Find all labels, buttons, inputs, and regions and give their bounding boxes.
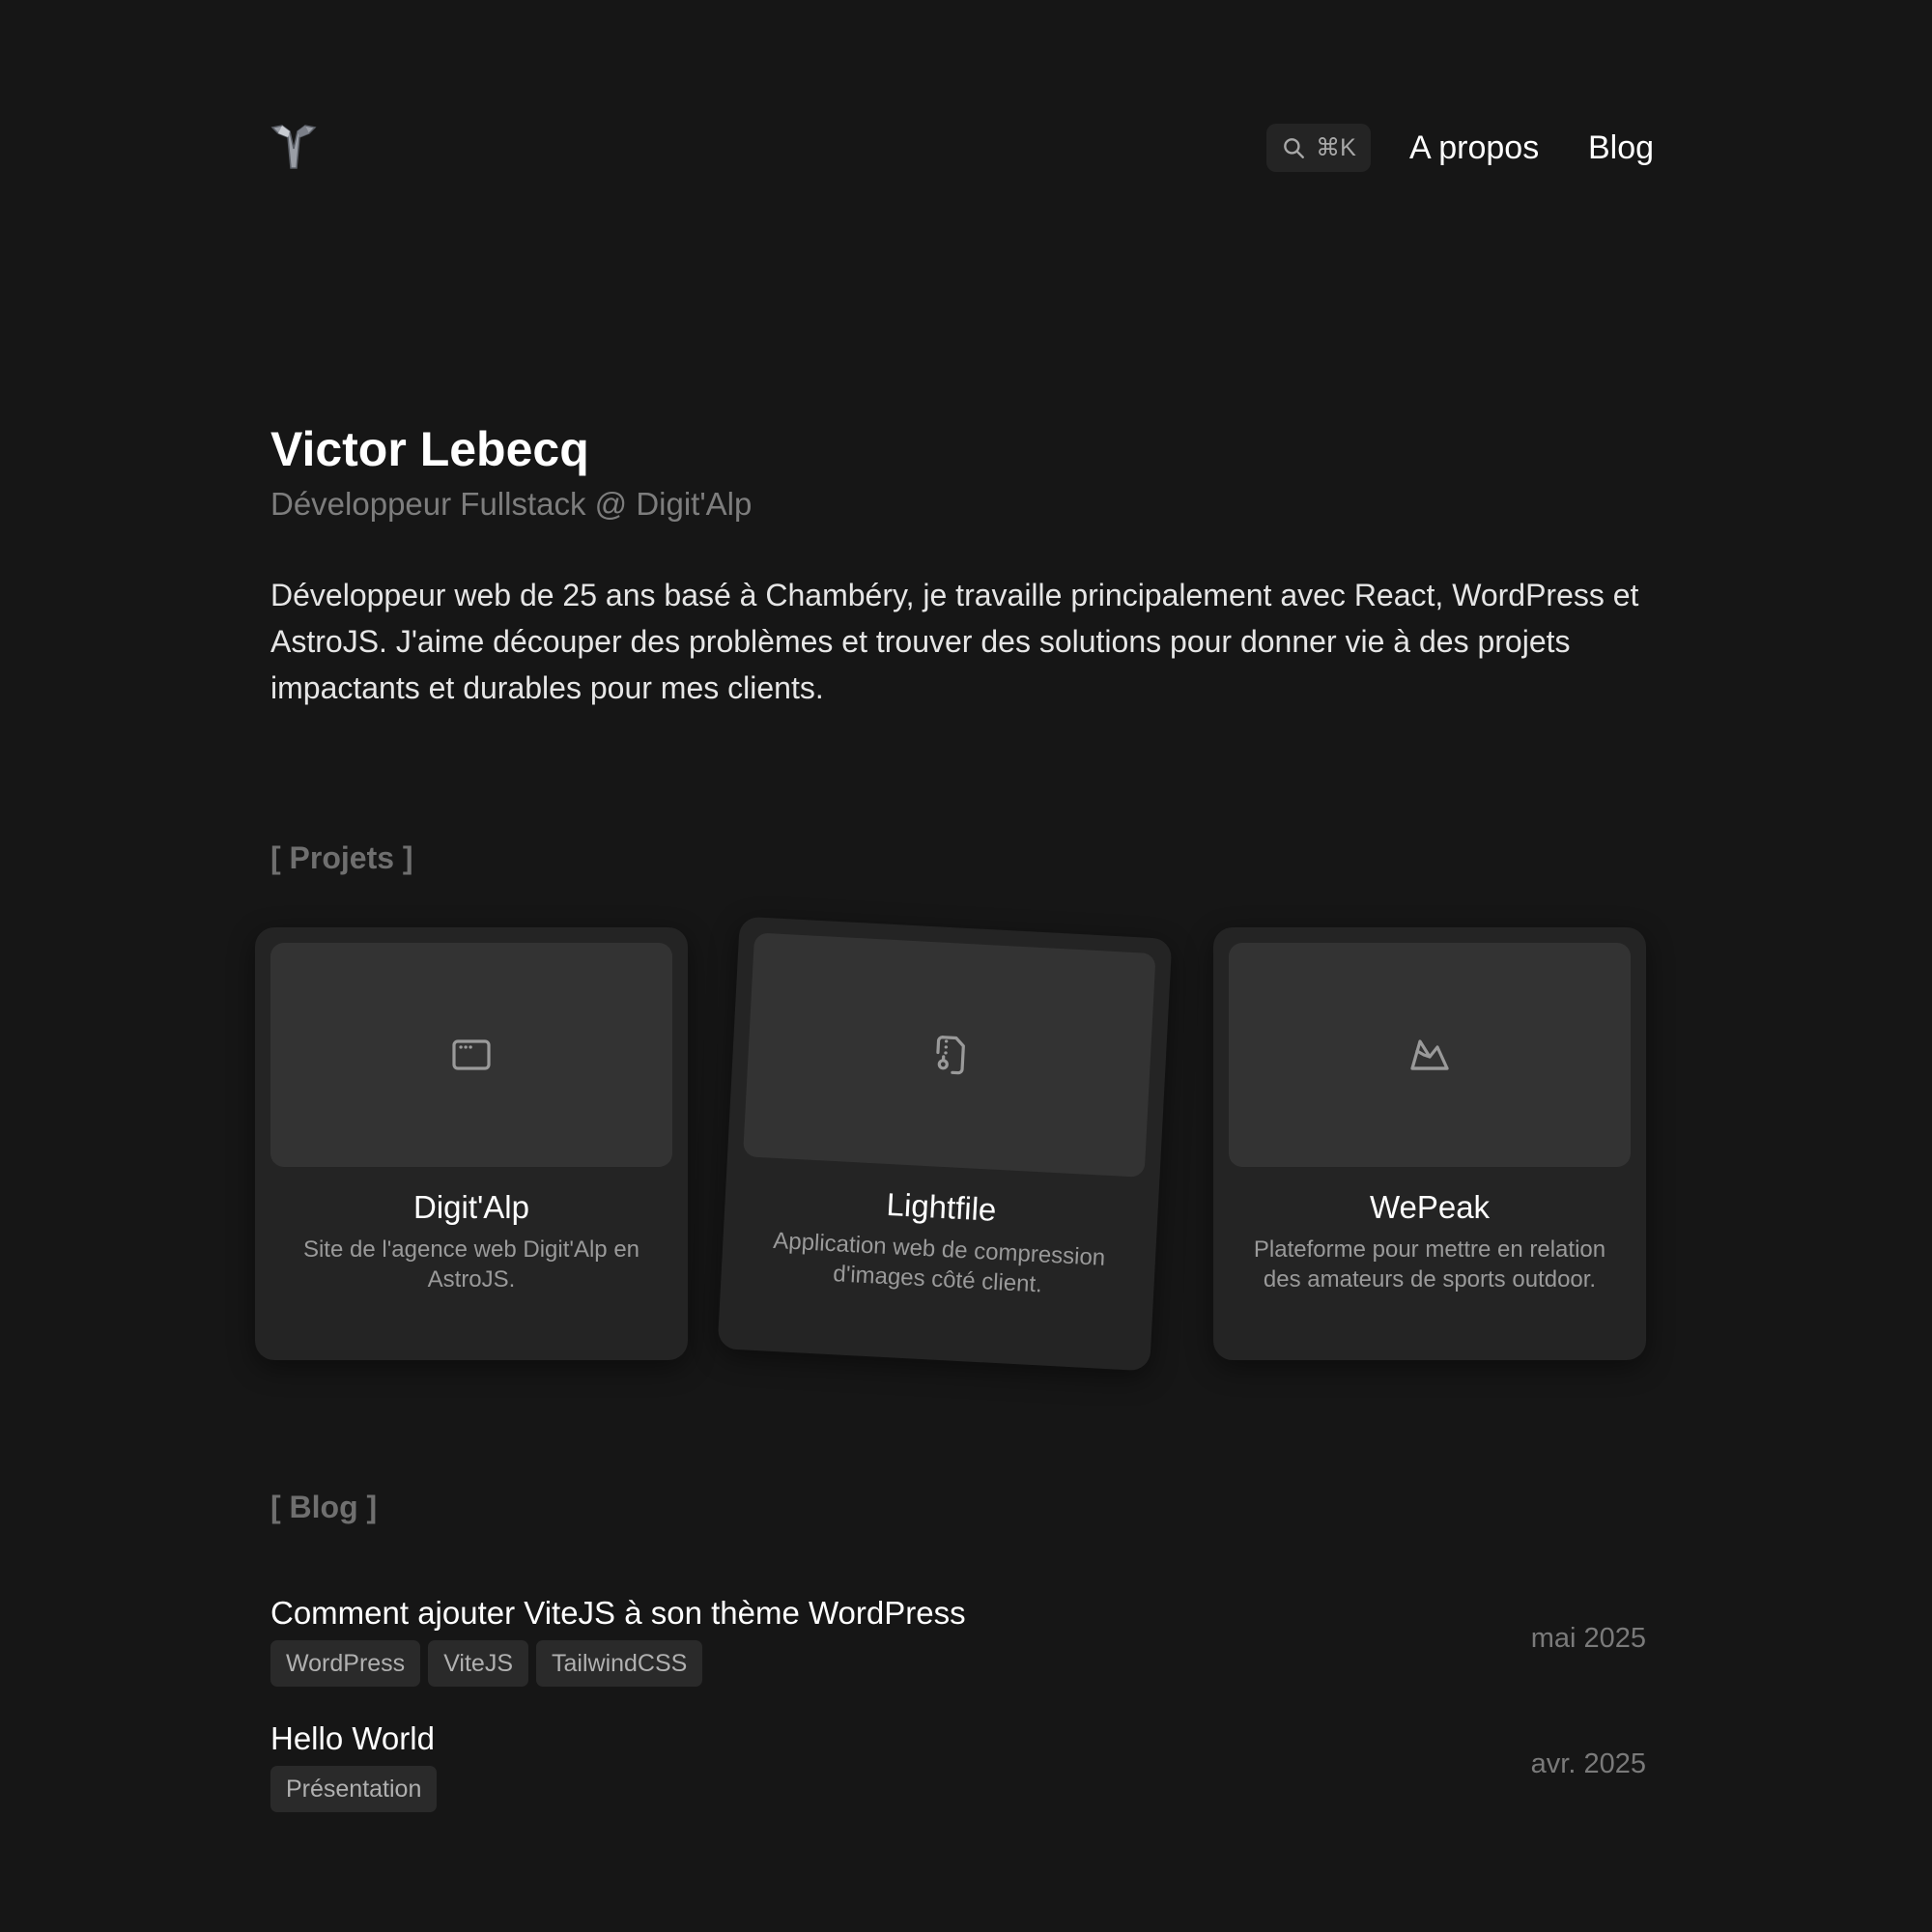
blog-post-date: avr. 2025 bbox=[1530, 1748, 1646, 1779]
project-description: Plateforme pour mettre en relation des a… bbox=[1253, 1236, 1606, 1293]
project-card-wepeak[interactable]: WePeak Plateforme pour mettre en relatio… bbox=[1213, 927, 1646, 1360]
project-title: Digit'Alp bbox=[412, 1189, 529, 1225]
file-zip-icon bbox=[936, 1036, 965, 1075]
projects-heading: [ Projets ] bbox=[270, 840, 413, 875]
project-card-lightfile[interactable]: Lightfile Application web de compression… bbox=[717, 916, 1173, 1372]
blog-post-tags: Présentation bbox=[270, 1766, 438, 1812]
blog-post-item[interactable]: Comment ajouter ViteJS à son thème WordP… bbox=[270, 1592, 1646, 1698]
search-button[interactable]: ⌘K bbox=[1266, 124, 1371, 172]
blog-post-title[interactable]: Comment ajouter ViteJS à son thème WordP… bbox=[270, 1592, 966, 1634]
page-title: Victor Lebecq bbox=[270, 422, 589, 476]
search-icon bbox=[1284, 138, 1305, 158]
project-thumbnail bbox=[743, 932, 1156, 1178]
page: ⌘K A propos Blog Victor Lebecq Développe… bbox=[0, 0, 1932, 1932]
nav-blog-link[interactable]: Blog bbox=[1588, 126, 1654, 170]
mountain-icon bbox=[1410, 1039, 1449, 1070]
search-shortcut-label: ⌘K bbox=[1316, 134, 1356, 161]
job-title: Développeur Fullstack @ Digit'Alp bbox=[270, 486, 753, 522]
browser-window-icon bbox=[452, 1039, 491, 1070]
blog-post-title[interactable]: Hello World bbox=[270, 1718, 435, 1760]
blog-post-date: mai 2025 bbox=[1530, 1623, 1646, 1654]
nav-about-link[interactable]: A propos bbox=[1409, 126, 1539, 170]
tag-tailwindcss[interactable]: TailwindCSS bbox=[536, 1640, 703, 1687]
bio-paragraph: Développeur web de 25 ans basé à Chambér… bbox=[270, 578, 1639, 705]
project-title: WePeak bbox=[1369, 1189, 1491, 1225]
site-logo-icon[interactable] bbox=[270, 124, 317, 172]
tag-vitejs[interactable]: ViteJS bbox=[428, 1640, 528, 1687]
blog-heading: [ Blog ] bbox=[270, 1490, 378, 1524]
project-description: Application web de compression d'images … bbox=[772, 1227, 1106, 1298]
project-thumbnail bbox=[1229, 943, 1631, 1167]
tag-wordpress[interactable]: WordPress bbox=[270, 1640, 421, 1687]
project-description: Site de l'agence web Digit'Alp en AstroJ… bbox=[302, 1236, 640, 1293]
project-card-digitalp[interactable]: Digit'Alp Site de l'agence web Digit'Alp… bbox=[255, 927, 688, 1360]
tag-presentation[interactable]: Présentation bbox=[270, 1766, 438, 1812]
blog-post-tags: WordPress ViteJS TailwindCSS bbox=[270, 1640, 703, 1687]
blog-post-item[interactable]: Hello World Présentation avr. 2025 bbox=[270, 1718, 1646, 1824]
project-thumbnail bbox=[270, 943, 672, 1167]
